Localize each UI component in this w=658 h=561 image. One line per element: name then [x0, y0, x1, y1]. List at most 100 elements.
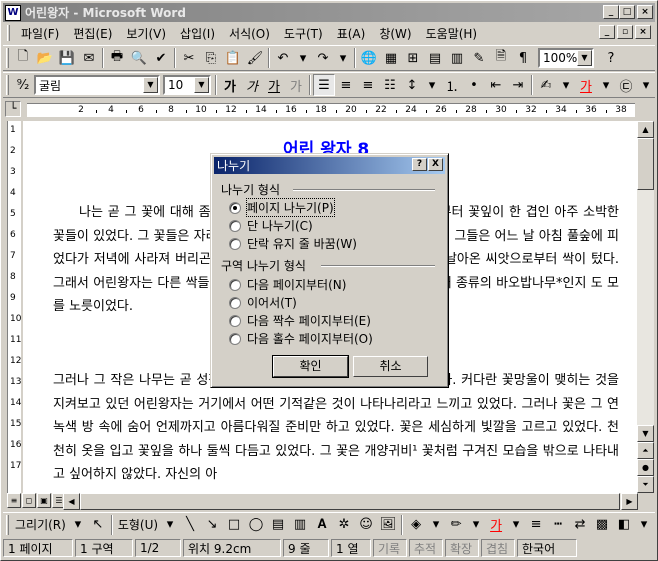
menu-window[interactable]: 창(W): [372, 25, 418, 42]
radio-text-wrapping-break[interactable]: 단락 유지 줄 바꿈(W): [229, 235, 357, 252]
menu-file[interactable]: 파일(F): [14, 25, 66, 42]
chevron-down-icon[interactable]: ▾: [161, 514, 179, 536]
radio-icon[interactable]: [229, 237, 241, 250]
doc-restore-button[interactable]: ▫: [617, 25, 633, 39]
line-spacing-icon[interactable]: ↕: [401, 74, 423, 96]
web-view-icon[interactable]: ◻: [22, 493, 36, 508]
scroll-thumb[interactable]: [637, 138, 654, 190]
ruler-track[interactable]: 246810121416182022242628303234363840: [27, 103, 635, 117]
minimize-button[interactable]: _: [603, 5, 619, 19]
toolbar-grip[interactable]: [6, 514, 9, 535]
picture-icon[interactable]: 🖼: [377, 514, 399, 536]
dialog-help-button[interactable]: ?: [412, 158, 427, 171]
tab-selector-icon[interactable]: └: [5, 101, 21, 117]
horizontal-scroll-thumb[interactable]: [80, 493, 620, 510]
horizontal-ruler[interactable]: └ 246810121416182022242628303234363840: [3, 99, 655, 121]
radio-icon[interactable]: [229, 332, 241, 345]
menu-edit[interactable]: 편집(E): [66, 25, 119, 42]
email-icon[interactable]: ✉: [78, 47, 100, 69]
format-painter-icon[interactable]: 🖌: [244, 47, 266, 69]
font-color-dropdown-icon[interactable]: ▾: [597, 74, 615, 96]
word-app-icon[interactable]: W: [5, 4, 21, 21]
menu-tools[interactable]: 도구(T): [277, 25, 330, 42]
3d-style-icon[interactable]: ◧: [613, 514, 635, 536]
maximize-button[interactable]: □: [619, 5, 635, 19]
shadow-button[interactable]: 가: [285, 74, 307, 96]
tables-borders-icon[interactable]: ▦: [380, 47, 402, 69]
scroll-up-icon[interactable]: ▲: [637, 121, 654, 138]
print-layout-icon[interactable]: ▣: [37, 493, 51, 508]
save-icon[interactable]: 💾: [56, 47, 78, 69]
dialog-title-bar[interactable]: 나누기 ? X: [214, 157, 445, 174]
align-center-icon[interactable]: ≡: [335, 74, 357, 96]
fill-color-icon[interactable]: ◈: [405, 514, 427, 536]
text-box-icon[interactable]: ▤: [267, 514, 289, 536]
underline-button[interactable]: 가: [263, 74, 285, 96]
toolbar-grip[interactable]: [6, 75, 9, 95]
help-icon[interactable]: ?: [600, 47, 622, 69]
columns-icon[interactable]: ▥: [446, 47, 468, 69]
dialog-close-button[interactable]: X: [428, 158, 443, 171]
font-select[interactable]: 굴림 ▼: [34, 75, 160, 95]
zoom-select[interactable]: 100% ▼: [538, 48, 594, 68]
select-objects-icon[interactable]: ↖: [87, 514, 109, 536]
menu-format[interactable]: 서식(O): [222, 25, 277, 42]
toolbar-options-icon[interactable]: ▾: [637, 74, 655, 96]
arrow-icon[interactable]: ↘: [201, 514, 223, 536]
select-browse-object-icon[interactable]: ●: [637, 459, 654, 476]
chevron-down-icon[interactable]: ▼: [143, 77, 158, 93]
radio-page-break[interactable]: 페이지 나누기(P): [229, 198, 335, 217]
increase-indent-icon[interactable]: ⇥: [507, 74, 529, 96]
insert-excel-icon[interactable]: ▤: [424, 47, 446, 69]
shadow-style-icon[interactable]: ▩: [591, 514, 613, 536]
paste-icon[interactable]: 📋: [222, 47, 244, 69]
font-size-select[interactable]: 10 ▼: [163, 75, 211, 95]
status-track[interactable]: 추적: [409, 539, 443, 557]
radio-even-page[interactable]: 다음 짝수 페이지부터(E): [229, 312, 371, 329]
menu-help[interactable]: 도움말(H): [419, 25, 485, 42]
redo-dropdown-icon[interactable]: ▾: [334, 47, 352, 69]
normal-view-icon[interactable]: ≡: [7, 493, 21, 508]
cancel-button[interactable]: 취소: [353, 356, 428, 377]
radio-icon[interactable]: [229, 278, 241, 291]
chevron-down-icon[interactable]: ▾: [427, 514, 445, 536]
italic-button[interactable]: 가: [241, 74, 263, 96]
chevron-down-icon[interactable]: ▼: [194, 77, 209, 93]
horizontal-scrollbar[interactable]: ◀ ▶: [63, 493, 638, 510]
chevron-down-icon[interactable]: ▼: [577, 50, 592, 66]
wordart-icon[interactable]: 𝐀: [311, 514, 333, 536]
drawing-icon[interactable]: ✎: [468, 47, 490, 69]
hyperlink-icon[interactable]: 🌐: [358, 47, 380, 69]
scroll-right-icon[interactable]: ▶: [621, 493, 638, 510]
rectangle-icon[interactable]: □: [223, 514, 245, 536]
chevron-down-icon[interactable]: ▾: [507, 514, 525, 536]
next-page-icon[interactable]: ⏷: [637, 476, 654, 493]
phonetic-icon[interactable]: ㉢: [615, 74, 637, 96]
document-map-icon[interactable]: 🗎: [490, 47, 512, 69]
redo-icon[interactable]: ↷: [312, 47, 334, 69]
oval-icon[interactable]: ◯: [245, 514, 267, 536]
highlight-icon[interactable]: ✍: [535, 74, 557, 96]
highlight-dropdown-icon[interactable]: ▾: [557, 74, 575, 96]
print-icon[interactable]: 🖶: [106, 47, 128, 69]
show-hide-icon[interactable]: ¶: [512, 47, 534, 69]
radio-icon[interactable]: [229, 296, 241, 309]
spelling-icon[interactable]: ✔: [150, 47, 172, 69]
close-button[interactable]: ×: [637, 5, 653, 19]
copy-icon[interactable]: ⎘: [200, 47, 222, 69]
new-document-icon[interactable]: 🗋: [12, 47, 34, 69]
line-color-icon[interactable]: ✏: [445, 514, 467, 536]
status-extend[interactable]: 확장: [445, 539, 479, 557]
radio-next-page[interactable]: 다음 페이지부터(N): [229, 276, 346, 293]
scroll-down-icon[interactable]: ▼: [637, 425, 654, 442]
line-style-icon[interactable]: ≡: [525, 514, 547, 536]
chevron-down-icon[interactable]: ▾: [69, 514, 87, 536]
vertical-scrollbar[interactable]: ▲ ▼ ⏶ ● ⏷: [637, 121, 654, 493]
line-icon[interactable]: ╲: [179, 514, 201, 536]
cut-icon[interactable]: ✂: [178, 47, 200, 69]
insert-table-icon[interactable]: ⊞: [402, 47, 424, 69]
draw-font-color-icon[interactable]: 가: [485, 514, 507, 536]
style-icon[interactable]: ⁹⁄₂: [12, 74, 34, 96]
menu-view[interactable]: 보기(V): [119, 25, 173, 42]
toolbar-options-icon[interactable]: ▾: [635, 514, 653, 536]
